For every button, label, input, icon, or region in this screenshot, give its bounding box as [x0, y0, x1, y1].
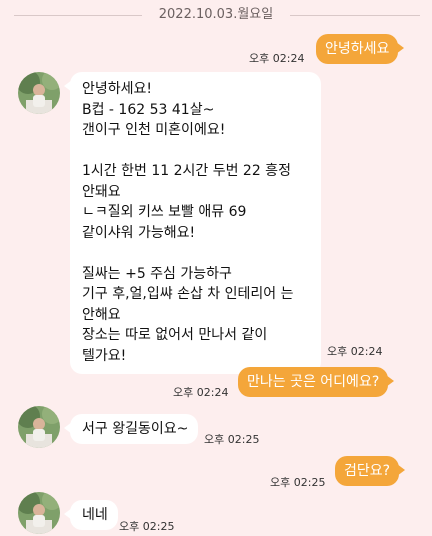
incoming-message-bubble[interactable]: 네네 [64, 500, 118, 530]
incoming-message-bubble[interactable]: 안녕하세요! B컵 - 162 53 41살~ 갠이구 인천 미혼이에요! 1시… [64, 72, 321, 374]
message-time: 오후 02:24 [249, 52, 305, 65]
message-time: 오후 02:25 [270, 476, 326, 489]
message-time: 오후 02:24 [327, 345, 383, 358]
contact-avatar[interactable] [18, 72, 60, 114]
date-divider-text: 2022.10.03.월요일 [158, 7, 274, 22]
outgoing-message-bubble[interactable]: 안녕하세요 [316, 34, 405, 64]
outgoing-message-bubble[interactable]: 만나는 곳은 어디에요? [238, 367, 395, 397]
outgoing-message-bubble[interactable]: 검단요? [335, 456, 406, 486]
date-divider-line-right [290, 15, 420, 16]
contact-avatar[interactable] [18, 492, 60, 534]
date-divider: 2022.10.03.월요일 [0, 6, 432, 26]
message-time: 오후 02:24 [173, 386, 229, 399]
date-divider-line-left [14, 15, 142, 16]
message-time: 오후 02:25 [119, 520, 175, 533]
contact-avatar[interactable] [18, 406, 60, 448]
message-time: 오후 02:25 [204, 433, 260, 446]
incoming-message-bubble[interactable]: 서구 왕길동이요~ [63, 414, 199, 444]
